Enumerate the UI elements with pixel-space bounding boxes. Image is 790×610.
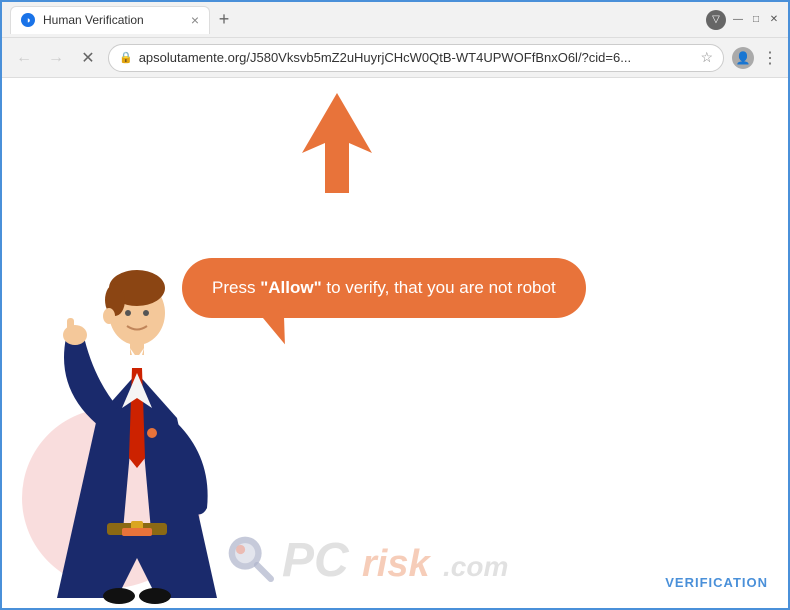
tab-title: Human Verification xyxy=(43,13,183,27)
page-content: Press "Allow" to verify, that you are no… xyxy=(2,78,788,608)
arrow-up-icon xyxy=(292,88,382,203)
new-tab-button[interactable]: + xyxy=(210,6,238,34)
bookmark-icon[interactable]: ☆ xyxy=(700,49,713,66)
minimize-button[interactable]: — xyxy=(732,14,744,26)
watermark-pc: PC risk .com xyxy=(282,533,508,588)
maximize-button[interactable]: □ xyxy=(750,14,762,26)
window-close-button[interactable]: ✕ xyxy=(768,14,780,26)
browser-tab[interactable]: ◑ Human Verification × xyxy=(10,6,210,34)
lock-icon: 🔒 xyxy=(119,51,133,64)
url-text: apsolutamente.org/J580Vksvb5mZ2uHuyrjCHc… xyxy=(139,50,695,65)
reload-close-button[interactable]: ✕ xyxy=(76,46,100,70)
tab-area: ◑ Human Verification × + xyxy=(10,6,706,34)
favicon: ◑ xyxy=(21,13,35,27)
url-bar[interactable]: 🔒 apsolutamente.org/J580Vksvb5mZ2uHuyrjC… xyxy=(108,44,724,72)
verification-label: VERIFICATION xyxy=(665,575,768,590)
back-button[interactable]: ← xyxy=(12,46,36,70)
window-controls: — □ ✕ xyxy=(732,14,780,26)
address-bar: ← → ✕ 🔒 apsolutamente.org/J580Vksvb5mZ2u… xyxy=(2,38,788,78)
browser-menu-icon[interactable]: ⋮ xyxy=(762,48,778,68)
watermark: PC risk .com xyxy=(225,533,508,588)
bubble-allow-text: "Allow" xyxy=(260,278,321,297)
browser-frame: ◑ Human Verification × + ▽ — □ ✕ ← → ✕ 🔒… xyxy=(0,0,790,610)
forward-button[interactable]: → xyxy=(44,46,68,70)
bubble-text: Press "Allow" to verify, that you are no… xyxy=(212,278,556,297)
extension-icon[interactable]: ▽ xyxy=(706,10,726,30)
profile-icon[interactable]: 👤 xyxy=(732,47,754,69)
title-bar: ◑ Human Verification × + ▽ — □ ✕ xyxy=(2,2,788,38)
tab-close-button[interactable]: × xyxy=(191,13,199,27)
